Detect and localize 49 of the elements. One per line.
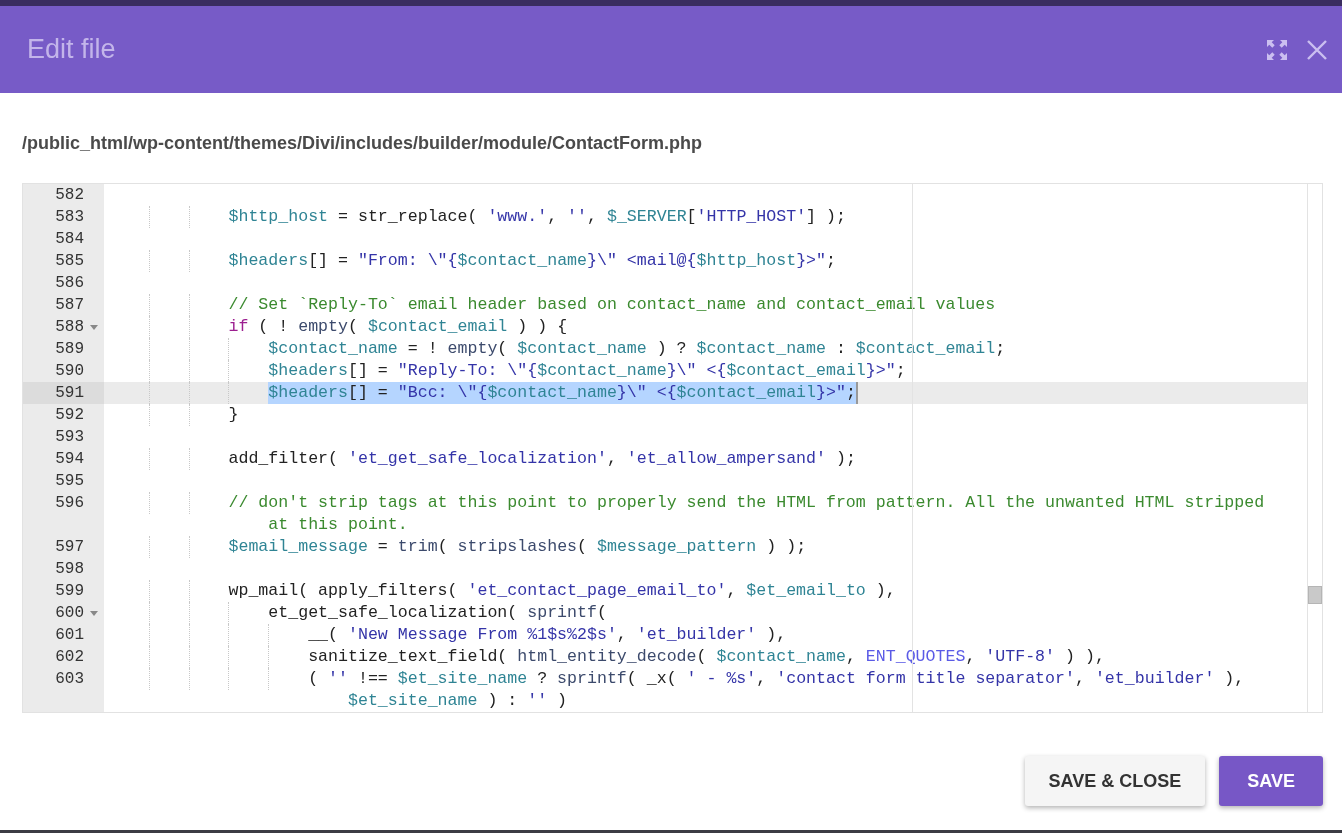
fullscreen-icon[interactable] [1266,38,1288,61]
code-line: wp_mail( apply_filters( 'et_contact_page_email_to', $et_email_to ), [228,580,896,602]
code-line: } [228,404,239,426]
file-path: /public_html/wp-content/themes/Divi/includes/builder/module/ContactForm.php [22,132,704,155]
line-number: 583 [55,207,84,228]
line-number: 586 [55,273,84,294]
code-line: ( '' !== $et_site_name ? sprintf( _x( ' - %s', 'contact form title separator', 'et_builder' ), [308,668,1245,690]
code-line: $headers[] = "From: \"{$contact_name}\" <mail@{$http_host}>"; [228,250,836,272]
code-editor[interactable] [22,183,1323,713]
line-number: 587 [55,295,84,316]
line-number: 599 [55,581,84,602]
line-number: 585 [55,251,84,272]
scrollbar-thumb[interactable] [1308,586,1322,604]
save-button[interactable]: SAVE [1219,756,1323,806]
code-line: sanitize_text_field( html_entity_decode( $contact_name, ENT_QUOTES, 'UTF-8' ) ), [308,646,1105,668]
line-number: 582 [55,185,84,206]
code-line: $email_message = trim( stripslashes( $message_pattern ) ); [228,536,807,558]
code-line: if ( ! empty( $contact_email ) ) { [228,316,568,338]
line-number: 592 [55,405,84,426]
line-number: 602 [55,647,84,668]
line-number: 596 [55,493,84,514]
fold-icon[interactable] [90,611,98,616]
line-number: 589 [55,339,84,360]
line-number: 591 [55,383,84,404]
code-line: $headers[] = "Reply-To: \"{$contact_name}\" <{$contact_email}>"; [268,360,906,382]
line-number: 597 [55,537,84,558]
code-line: $contact_name = ! empty( $contact_name ) ? $contact_name : $contact_email; [268,338,1006,360]
line-number: 584 [55,229,84,250]
line-number: 598 [55,559,84,580]
code-line: $http_host = str_replace( 'www.', '', $_SERVER['HTTP_HOST'] ); [228,206,846,228]
line-number: 595 [55,471,84,492]
line-number: 590 [55,361,84,382]
fold-icon[interactable] [90,325,98,330]
code-line: et_get_safe_localization( sprintf( [268,602,607,624]
save-close-button[interactable]: SAVE & CLOSE [1024,756,1206,806]
dialog-title: Edit file [27,34,116,65]
code-line: at this point. [268,514,408,536]
line-number: 600 [55,603,84,624]
close-icon[interactable] [1306,38,1328,61]
code-line: __( 'New Message From %1$s%2$s', 'et_builder' ), [308,624,787,646]
code-line: add_filter( 'et_get_safe_localization', 'et_allow_ampersand' ); [228,448,856,470]
line-number: 593 [55,427,84,448]
code-line: // Set `Reply-To` email header based on contact_name and contact_email values [228,294,996,316]
line-number: 601 [55,625,84,646]
line-number: 594 [55,449,84,470]
code-line: // don't strip tags at this point to properly send the HTML from pattern. All the unwanted HTML stripped [228,492,1265,514]
line-number: 603 [55,669,84,690]
line-number: 588 [55,317,84,338]
code-line: $et_site_name ) : '' ) [347,690,568,712]
